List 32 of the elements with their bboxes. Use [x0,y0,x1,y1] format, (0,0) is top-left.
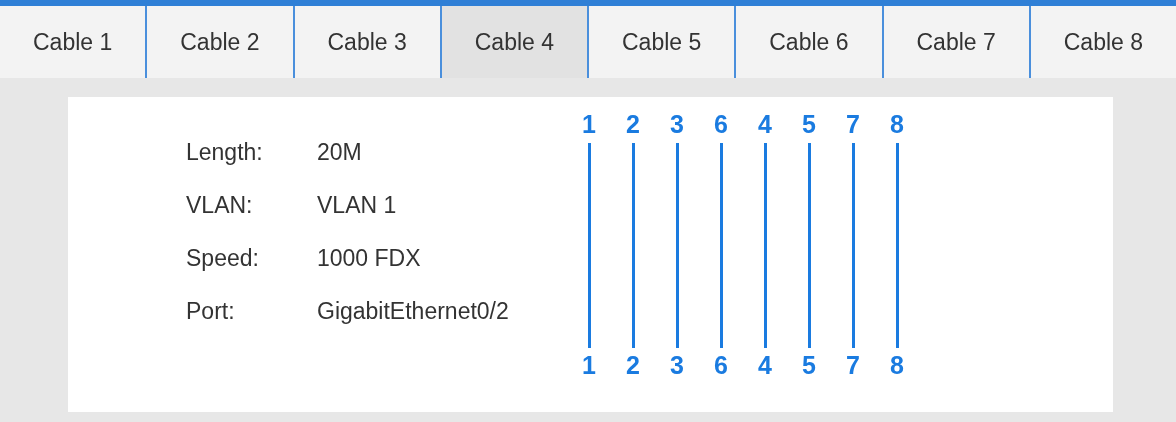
pin-number: 7 [846,111,860,139]
field-value: 1000 FDX [317,244,421,273]
cable-tab[interactable]: Cable 7 [881,6,1029,78]
cable-tab[interactable]: Cable 8 [1028,6,1176,78]
field-value: GigabitEthernet0/2 [317,297,509,326]
field-label: Length: [186,138,264,167]
field-label: Speed: [186,244,260,273]
cable-tab[interactable]: Cable 5 [587,6,735,78]
field-label: Port: [186,297,236,326]
field-value: 20M [317,138,362,167]
cable-tab[interactable]: Cable 4 [439,6,587,78]
cable-tab[interactable]: Cable 6 [734,6,882,78]
pin-number: 5 [802,111,816,139]
field-value: VLAN 1 [317,191,397,220]
pin-number: 7 [846,351,860,379]
pin-number: 6 [714,111,728,139]
field-label: VLAN: [186,191,254,220]
cable-tab[interactable]: Cable 1 [0,6,146,78]
pin-number: 4 [758,351,772,379]
pin-number: 2 [626,111,640,139]
cable-tab[interactable]: Cable 2 [145,6,293,78]
pin-number: 4 [758,111,772,139]
pin-number: 1 [582,111,596,139]
pin-number: 8 [890,111,904,139]
pin-number: 6 [714,351,728,379]
cable-tab[interactable]: Cable 3 [292,6,440,78]
pin-number: 2 [626,351,640,379]
pin-number: 1 [582,351,596,379]
pin-number: 5 [802,351,816,379]
pin-number: 3 [670,111,684,139]
pin-number: 3 [670,351,684,379]
pin-number: 8 [890,351,904,379]
